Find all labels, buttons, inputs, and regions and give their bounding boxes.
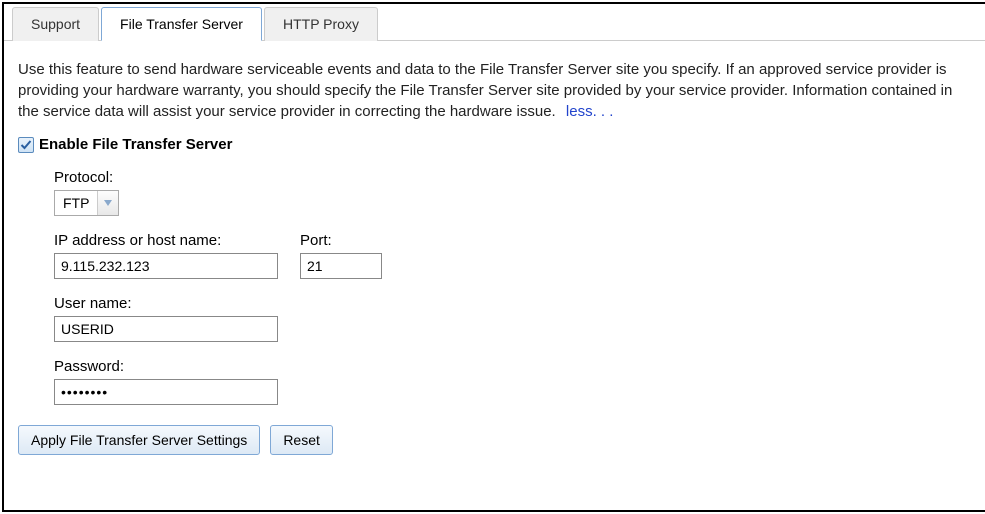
enable-row: Enable File Transfer Server xyxy=(18,136,971,153)
description-text: Use this feature to send hardware servic… xyxy=(18,59,971,122)
checkmark-icon xyxy=(20,139,32,151)
port-label: Port: xyxy=(300,232,382,249)
enable-label[interactable]: Enable File Transfer Server xyxy=(39,136,232,153)
user-label: User name: xyxy=(54,295,971,312)
ip-group: IP address or host name: xyxy=(54,232,278,279)
ip-port-row: IP address or host name: Port: xyxy=(54,232,971,279)
form-area: Protocol: FTP IP address or host name: P… xyxy=(18,169,971,405)
chevron-down-icon xyxy=(98,191,118,215)
description-body: Use this feature to send hardware servic… xyxy=(18,61,952,120)
tab-bar: Support File Transfer Server HTTP Proxy xyxy=(4,4,985,41)
tab-content: Use this feature to send hardware servic… xyxy=(4,41,985,473)
tab-file-transfer-server[interactable]: File Transfer Server xyxy=(101,7,262,41)
enable-checkbox[interactable] xyxy=(18,137,34,153)
apply-button[interactable]: Apply File Transfer Server Settings xyxy=(18,425,260,455)
password-group: Password: xyxy=(54,358,971,405)
button-row: Apply File Transfer Server Settings Rese… xyxy=(18,425,971,455)
ip-input[interactable] xyxy=(54,253,278,279)
protocol-label: Protocol: xyxy=(54,169,971,186)
less-link[interactable]: less. . . xyxy=(566,103,614,120)
tab-support[interactable]: Support xyxy=(12,7,99,41)
protocol-group: Protocol: FTP xyxy=(54,169,971,216)
port-group: Port: xyxy=(300,232,382,279)
settings-panel: Support File Transfer Server HTTP Proxy … xyxy=(2,2,985,512)
protocol-value: FTP xyxy=(55,191,98,215)
user-group: User name: xyxy=(54,295,971,342)
tab-http-proxy[interactable]: HTTP Proxy xyxy=(264,7,378,41)
user-name-input[interactable] xyxy=(54,316,278,342)
protocol-select[interactable]: FTP xyxy=(54,190,119,216)
reset-button[interactable]: Reset xyxy=(270,425,333,455)
ip-label: IP address or host name: xyxy=(54,232,278,249)
password-input[interactable] xyxy=(54,379,278,405)
port-input[interactable] xyxy=(300,253,382,279)
password-label: Password: xyxy=(54,358,971,375)
